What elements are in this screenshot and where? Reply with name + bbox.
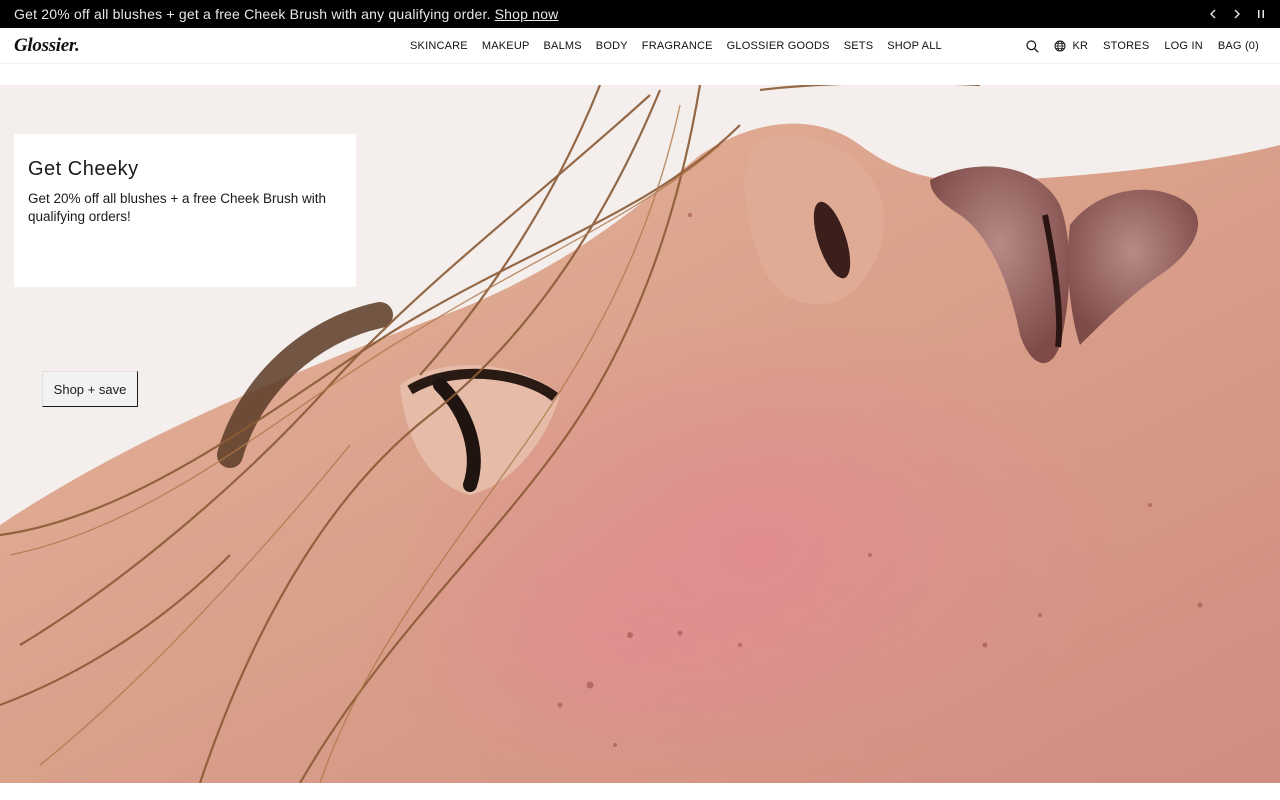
announcement-message: Get 20% off all blushes + get a free Che… [14,6,491,22]
header-utilities: KR STORES LOG IN BAG (0) [1026,28,1259,64]
nav-item-shop-all[interactable]: SHOP ALL [887,40,942,52]
globe-icon [1054,40,1066,52]
announcement-bar: Get 20% off all blushes + get a free Che… [0,0,1280,28]
nav-item-glossier-goods[interactable]: GLOSSIER GOODS [727,40,830,52]
nav-item-makeup[interactable]: MAKEUP [482,40,530,52]
pause-icon[interactable] [1254,0,1268,28]
search-icon[interactable] [1026,39,1040,53]
nav-item-skincare[interactable]: SKINCARE [410,40,468,52]
stores-link[interactable]: STORES [1103,40,1149,52]
site-header: Glossier. SKINCARE MAKEUP BALMS BODY FRA… [0,28,1280,64]
region-label: KR [1072,40,1089,52]
promo-card: Get Cheeky Get 20% off all blushes + a f… [14,134,356,407]
shop-save-button[interactable]: Shop + save [42,371,138,407]
chevron-left-icon[interactable] [1206,0,1220,28]
bag-link[interactable]: BAG (0) [1218,40,1259,52]
glossier-logo[interactable]: Glossier. [14,35,80,57]
login-link[interactable]: LOG IN [1164,40,1203,52]
main-nav: SKINCARE MAKEUP BALMS BODY FRAGRANCE GLO… [410,28,942,64]
announcement-controls [1206,0,1268,28]
promo-body: Get 20% off all blushes + a free Cheek B… [28,191,327,224]
nav-item-fragrance[interactable]: FRAGRANCE [642,40,713,52]
nav-item-balms[interactable]: BALMS [544,40,582,52]
chevron-right-icon[interactable] [1230,0,1244,28]
nav-item-sets[interactable]: SETS [844,40,874,52]
announcement-shop-now-link[interactable]: Shop now [495,6,559,22]
region-selector[interactable]: KR [1054,40,1088,52]
nav-item-body[interactable]: BODY [596,40,628,52]
promo-title: Get Cheeky [28,158,139,180]
